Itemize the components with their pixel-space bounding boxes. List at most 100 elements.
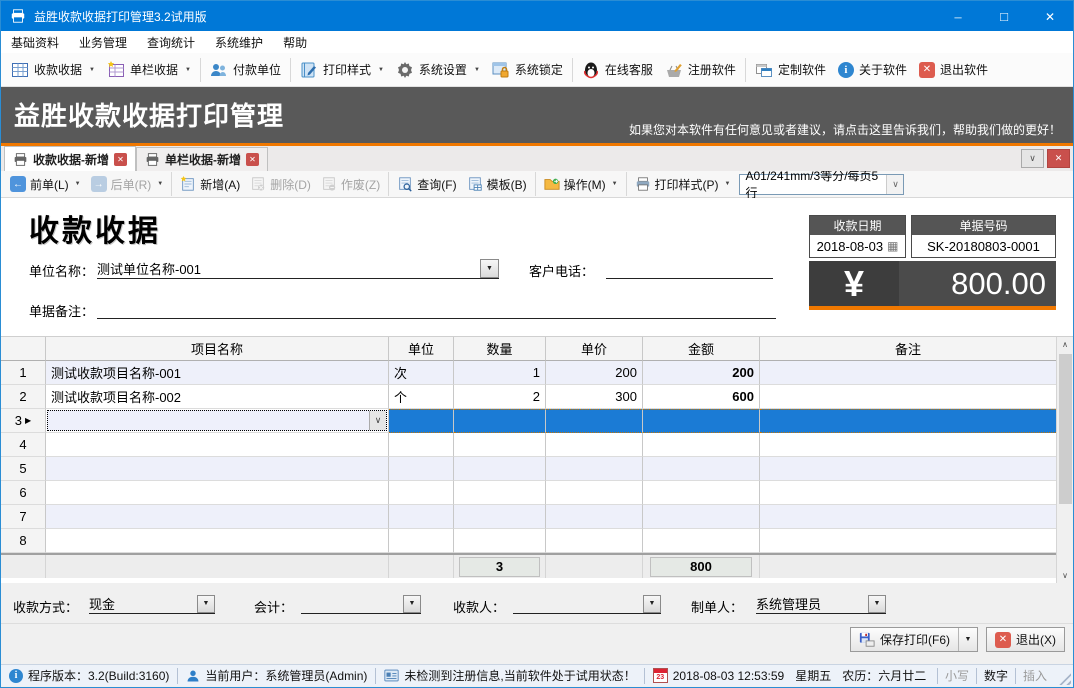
grid-cell-name[interactable]: [46, 433, 389, 457]
item-name-editor-combobox[interactable]: [47, 410, 387, 431]
menu-business[interactable]: 业务管理: [69, 31, 137, 53]
menu-query-stats[interactable]: 查询统计: [137, 31, 205, 53]
grid-cell-note[interactable]: [760, 433, 1056, 457]
grid-cell-note[interactable]: [760, 385, 1056, 409]
next-record-button[interactable]: 后单(R): [86, 174, 169, 195]
grid-cell-qty[interactable]: 1: [454, 361, 546, 385]
minimize-button[interactable]: [935, 1, 981, 31]
scrollbar-thumb[interactable]: [1059, 354, 1072, 504]
grid-cell-name[interactable]: 测试收款项目名称-001: [46, 361, 389, 385]
grid-cell-unit[interactable]: [389, 481, 454, 505]
grid-cell-unit[interactable]: 次: [389, 361, 454, 385]
toolbar-exit-button[interactable]: 退出软件: [913, 58, 994, 81]
save-options-dropdown[interactable]: [958, 628, 977, 651]
toolbar-single-col-button[interactable]: 单栏收据: [101, 58, 197, 82]
col-header-name[interactable]: 项目名称: [46, 337, 389, 361]
scroll-down-icon[interactable]: [1058, 568, 1073, 583]
row-number[interactable]: 3: [1, 409, 46, 433]
receipt-note-input[interactable]: [97, 298, 776, 319]
scroll-up-icon[interactable]: [1058, 337, 1073, 352]
grid-cell-unit[interactable]: [389, 409, 454, 433]
grid-cell-name[interactable]: [46, 505, 389, 529]
payment-method-combobox[interactable]: 现金: [89, 594, 215, 614]
row-number[interactable]: 2: [1, 385, 46, 409]
grid-cell-name[interactable]: [46, 529, 389, 553]
tab-close-icon[interactable]: [246, 153, 259, 166]
grid-cell-qty[interactable]: 2: [454, 385, 546, 409]
dropdown-arrow-button[interactable]: [868, 595, 886, 613]
toolbar-lock-button[interactable]: 系统锁定: [486, 58, 569, 82]
add-record-button[interactable]: 新增(A): [175, 174, 245, 195]
row-number[interactable]: 5: [1, 457, 46, 481]
grid-cell-note[interactable]: [760, 409, 1056, 433]
unit-name-combobox[interactable]: 测试单位名称-001: [97, 258, 499, 279]
menu-basic-data[interactable]: 基础资料: [1, 31, 69, 53]
vertical-scrollbar[interactable]: [1056, 337, 1073, 583]
toolbar-about-button[interactable]: i 关于软件: [832, 58, 913, 81]
combo-dropdown-button[interactable]: [886, 175, 903, 194]
dropdown-arrow-button[interactable]: [403, 595, 421, 613]
tab-single-col-new[interactable]: 单栏收据-新增: [136, 147, 268, 171]
grid-cell-amount[interactable]: [643, 409, 760, 433]
save-print-button[interactable]: 保存打印(F6): [850, 627, 978, 652]
print-style-menu-button[interactable]: 打印样式(P): [630, 174, 736, 195]
grid-cell-qty[interactable]: [454, 433, 546, 457]
grid-cell-price[interactable]: [546, 409, 643, 433]
operate-menu-button[interactable]: 操作(M): [539, 174, 623, 195]
exit-button[interactable]: 退出(X): [986, 627, 1065, 652]
grid-cell-price[interactable]: [546, 505, 643, 529]
dropdown-arrow-button[interactable]: [480, 259, 499, 278]
grid-cell-price[interactable]: [546, 481, 643, 505]
grid-cell-unit[interactable]: [389, 433, 454, 457]
grid-cell-qty[interactable]: [454, 409, 546, 433]
grid-cell-amount[interactable]: 200: [643, 361, 760, 385]
dropdown-arrow-button[interactable]: [643, 595, 661, 613]
tab-close-all-button[interactable]: ✕: [1047, 149, 1070, 168]
grid-cell-amount[interactable]: [643, 481, 760, 505]
maker-combobox[interactable]: 系统管理员: [756, 594, 886, 614]
grid-cell-name-editing[interactable]: [46, 409, 389, 433]
editor-dropdown-button[interactable]: [369, 411, 386, 430]
resize-grip[interactable]: [1058, 672, 1071, 685]
grid-cell-name[interactable]: [46, 457, 389, 481]
grid-cell-unit[interactable]: [389, 529, 454, 553]
tab-close-icon[interactable]: [114, 153, 127, 166]
col-header-qty[interactable]: 数量: [454, 337, 546, 361]
toolbar-register-button[interactable]: 注册软件: [659, 58, 742, 82]
grid-cell-price[interactable]: 200: [546, 361, 643, 385]
grid-cell-qty[interactable]: [454, 529, 546, 553]
toolbar-print-style-button[interactable]: 打印样式: [294, 58, 390, 82]
grid-cell-price[interactable]: 300: [546, 385, 643, 409]
grid-cell-note[interactable]: [760, 481, 1056, 505]
grid-cell-qty[interactable]: [454, 505, 546, 529]
void-record-button[interactable]: 作废(Z): [316, 174, 385, 195]
row-number[interactable]: 4: [1, 433, 46, 457]
toolbar-support-button[interactable]: 在线客服: [576, 58, 659, 82]
template-button[interactable]: 模板(B): [462, 174, 532, 195]
dropdown-arrow-button[interactable]: [197, 595, 215, 613]
tab-receipt-new[interactable]: 收款收据-新增: [4, 146, 136, 171]
grid-cell-qty[interactable]: [454, 457, 546, 481]
maximize-button[interactable]: [981, 1, 1027, 31]
grid-cell-unit[interactable]: 个: [389, 385, 454, 409]
print-style-select[interactable]: A01/241mm/3等分/每页5行: [739, 174, 904, 195]
row-number[interactable]: 6: [1, 481, 46, 505]
grid-cell-price[interactable]: [546, 529, 643, 553]
calendar-icon[interactable]: [887, 240, 898, 252]
grid-cell-unit[interactable]: [389, 505, 454, 529]
grid-cell-name[interactable]: [46, 481, 389, 505]
grid-cell-note[interactable]: [760, 361, 1056, 385]
grid-cell-amount[interactable]: [643, 529, 760, 553]
grid-cell-price[interactable]: [546, 433, 643, 457]
grid-cell-unit[interactable]: [389, 457, 454, 481]
grid-cell-name[interactable]: 测试收款项目名称-002: [46, 385, 389, 409]
grid-cell-note[interactable]: [760, 457, 1056, 481]
grid-cell-note[interactable]: [760, 505, 1056, 529]
close-button[interactable]: [1027, 1, 1073, 31]
menu-help[interactable]: 帮助: [273, 31, 317, 53]
customer-phone-input[interactable]: [606, 258, 773, 279]
delete-record-button[interactable]: 删除(D): [245, 174, 316, 195]
menu-system-maint[interactable]: 系统维护: [205, 31, 273, 53]
receipt-date-field[interactable]: 2018-08-03: [810, 235, 905, 257]
grid-cell-amount[interactable]: [643, 457, 760, 481]
